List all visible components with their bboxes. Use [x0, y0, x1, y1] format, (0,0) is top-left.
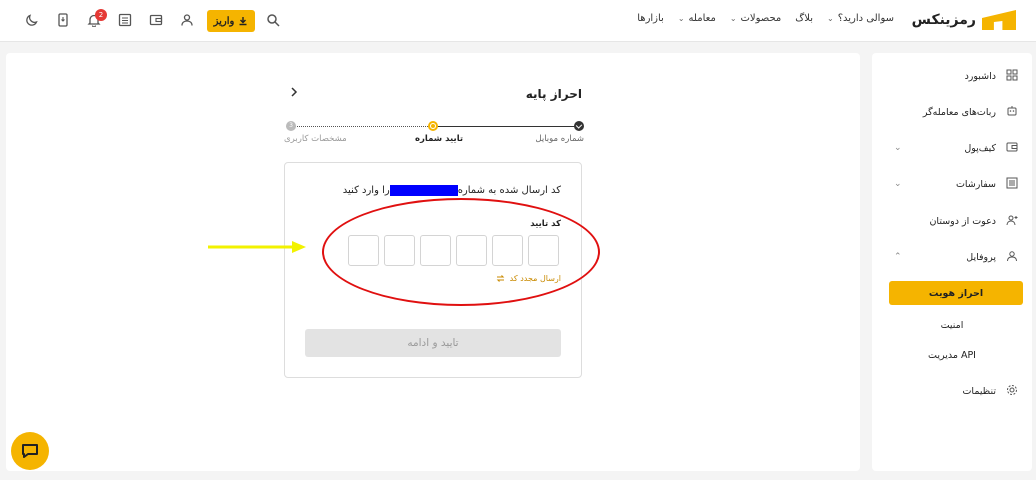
sidebar-item-label: تنظیمات	[962, 385, 996, 397]
moon-icon[interactable]	[24, 13, 40, 29]
notification-badge: 2	[95, 9, 107, 21]
sidebar-sub-kyc[interactable]: احراز هویت	[889, 281, 1023, 305]
gear-icon	[1004, 384, 1020, 399]
nav-products-label: محصولات	[740, 13, 782, 24]
stepper: 3 شماره موبایل تایید شماره مشخصات کاربری	[284, 121, 584, 151]
step-label-profile: مشخصات کاربری	[284, 134, 347, 144]
list-icon	[1004, 177, 1020, 192]
support-chat-button[interactable]	[11, 432, 49, 470]
masked-phone-number	[389, 185, 458, 196]
user-icon	[1004, 250, 1020, 265]
sidebar-item-dashboard[interactable]: داشبورد	[872, 63, 1032, 89]
chevron-down-icon: ⌄	[894, 143, 902, 153]
sidebar-sub-security[interactable]: امنیت	[872, 313, 1032, 337]
red-annotation-ellipse	[322, 198, 600, 306]
yellow-annotation-arrow	[208, 241, 306, 253]
nav-blog[interactable]: بلاگ	[795, 13, 813, 24]
nav-markets-label: بازارها	[637, 13, 664, 24]
stepper-line-pending	[292, 126, 434, 127]
nav-markets[interactable]: بازارها	[637, 13, 664, 24]
instruction-before: کد ارسال شده به شماره	[457, 185, 561, 196]
sidebar-item-invite[interactable]: دعوت از دوستان	[872, 208, 1032, 234]
step-done-check-icon	[574, 121, 584, 131]
nav-trade-label: معامله	[688, 13, 716, 24]
deposit-label: واریز	[213, 15, 235, 27]
sidebar-item-robots[interactable]: ربات‌های معامله‌گر	[872, 99, 1032, 125]
nav-products[interactable]: محصولات ⌄	[730, 13, 781, 24]
sidebar-sub-api[interactable]: مدیریت API	[872, 343, 1032, 367]
step-pending-dot: 3	[286, 121, 296, 131]
chat-icon	[22, 444, 38, 458]
sidebar-item-label: دعوت از دوستان	[929, 215, 996, 227]
deposit-button[interactable]: واریز	[207, 10, 255, 32]
sidebar-item-label: سفارشات	[955, 178, 996, 190]
nav-blog-label: بلاگ	[795, 13, 813, 24]
sidebar-item-label: داشبورد	[964, 70, 996, 82]
instruction-after: را وارد کنید	[342, 185, 390, 196]
step-current-dot	[428, 121, 438, 131]
download-icon	[239, 17, 247, 26]
chevron-down-icon: ⌄	[729, 14, 737, 23]
stepper-line-done	[434, 126, 576, 127]
brand-logo[interactable]: رمزینکس	[912, 10, 1016, 30]
sidebar-item-settings[interactable]: تنظیمات	[872, 378, 1032, 404]
sidebar-item-label: پروفایل	[966, 251, 996, 263]
orders-icon[interactable]	[117, 13, 133, 29]
robot-icon	[1004, 105, 1020, 120]
step-label-mobile: شماره موبایل	[535, 134, 584, 144]
grid-icon	[1004, 69, 1020, 84]
chevron-up-icon: ⌃	[894, 252, 902, 262]
sidebar-item-label: ربات‌های معامله‌گر	[922, 106, 996, 118]
sidebar: داشبورد ربات‌های معامله‌گر کیف‌پول ⌄ سفا…	[872, 53, 1032, 471]
chevron-right-icon[interactable]	[289, 86, 299, 102]
sidebar-item-label: کیف‌پول	[964, 142, 996, 154]
user-icon[interactable]	[179, 13, 195, 29]
wallet-icon	[1004, 141, 1020, 156]
sidebar-item-wallet[interactable]: کیف‌پول ⌄	[872, 135, 1032, 161]
sidebar-item-orders[interactable]: سفارشات ⌄	[872, 171, 1032, 197]
submit-button[interactable]: تایید و ادامه	[305, 329, 561, 357]
nav-trade[interactable]: معامله ⌄	[678, 13, 716, 24]
step-label-verify: تایید شماره	[415, 134, 464, 144]
chevron-down-icon: ⌄	[894, 179, 902, 189]
top-bar: رمزینکس بازارها معامله ⌄ محصولات ⌄ بلاگ سو…	[0, 0, 1036, 42]
chevron-down-icon: ⌄	[827, 14, 834, 23]
main-nav: بازارها معامله ⌄ محصولات ⌄ بلاگ سوالی داری…	[637, 13, 894, 24]
search-icon[interactable]	[265, 13, 281, 29]
sidebar-item-profile[interactable]: پروفایل ⌃	[872, 244, 1032, 270]
chevron-down-icon: ⌄	[677, 14, 685, 23]
logo-mark-icon	[982, 10, 1016, 30]
phone-download-icon[interactable]	[55, 13, 71, 29]
wallet-icon[interactable]	[148, 13, 164, 29]
nav-faq[interactable]: سوالی دارید؟ ⌄	[827, 13, 894, 24]
page-title: احراز پایه	[525, 87, 582, 101]
user-plus-icon	[1004, 214, 1020, 229]
nav-faq-label: سوالی دارید؟	[837, 13, 894, 24]
brand-name: رمزینکس	[911, 12, 976, 28]
instruction-text: کد ارسال شده به شماره را وارد کنید	[343, 185, 561, 196]
